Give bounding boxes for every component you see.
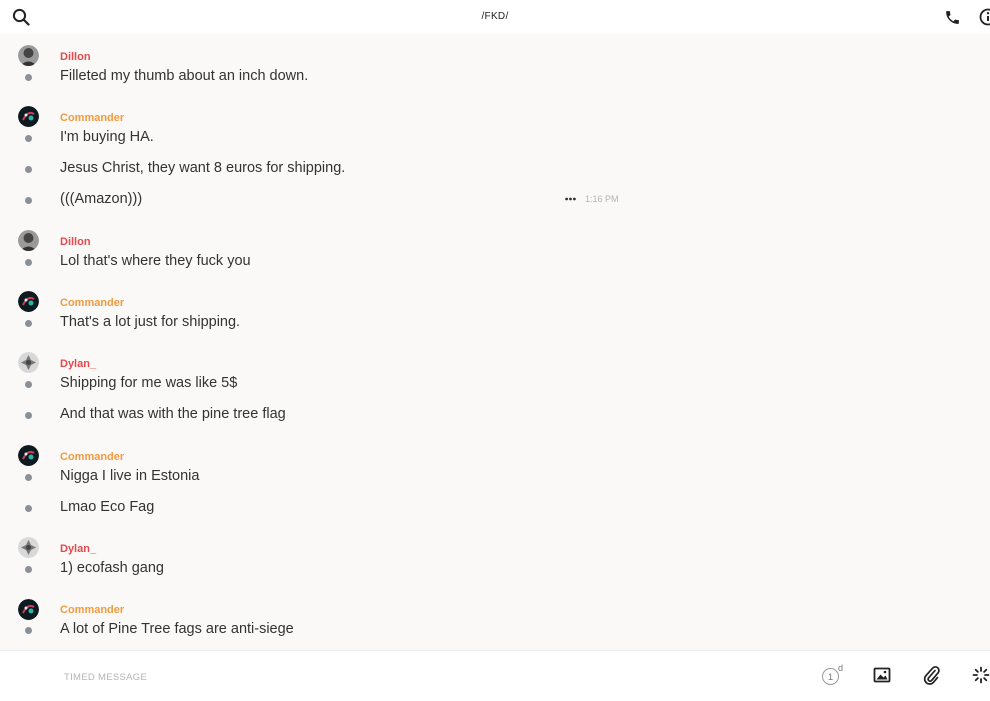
- message-item[interactable]: That's a lot just for shipping.: [0, 308, 990, 338]
- message-item[interactable]: Lmao Eco Fag: [0, 493, 990, 523]
- message-item[interactable]: And that was with the pine tree flag: [0, 400, 990, 430]
- message-item[interactable]: I'm buying HA.: [0, 123, 990, 153]
- timer-unit: d: [838, 663, 843, 673]
- message-timestamp: 1:16 PM: [585, 194, 619, 204]
- message-item[interactable]: (((Amazon))) 1:16 PM: [0, 185, 990, 215]
- timed-message-input[interactable]: [62, 665, 626, 689]
- message-text: Filleted my thumb about an inch down.: [60, 68, 308, 84]
- message-bullet: [25, 197, 32, 204]
- message-bullet: [25, 74, 32, 81]
- sparkle-icon[interactable]: [972, 666, 990, 684]
- message-text: (((Amazon))): [60, 191, 142, 207]
- message-bullet: [25, 166, 32, 173]
- message-text: And that was with the pine tree flag: [60, 406, 286, 422]
- message-text: A lot of Pine Tree fags are anti-siege: [60, 621, 294, 637]
- message-bullet: [25, 412, 32, 419]
- image-icon[interactable]: [873, 666, 891, 684]
- message-item[interactable]: Lol that's where they fuck you: [0, 247, 990, 277]
- message-item[interactable]: Filleted my thumb about an inch down.: [0, 62, 990, 92]
- message-text: Shipping for me was like 5$: [60, 375, 237, 391]
- message-text: That's a lot just for shipping.: [60, 314, 240, 330]
- message-bullet: [25, 505, 32, 512]
- info-icon[interactable]: [979, 8, 990, 26]
- message-bullet: [25, 135, 32, 142]
- message-item[interactable]: Jesus Christ, they want 8 euros for ship…: [0, 154, 990, 184]
- message-bullet: [25, 259, 32, 266]
- message-bullet: [25, 627, 32, 634]
- message-item[interactable]: 1) ecofash gang: [0, 554, 990, 584]
- timer-button[interactable]: 1 d: [820, 663, 848, 689]
- message-item[interactable]: Nigga I live in Estonia: [0, 462, 990, 492]
- message-bullet: [25, 566, 32, 573]
- message-text: Nigga I live in Estonia: [60, 468, 199, 484]
- message-list: Dillon Filleted my thumb about an inch d…: [0, 34, 990, 650]
- message-bullet: [25, 474, 32, 481]
- paperclip-icon[interactable]: [922, 665, 940, 685]
- message-bullet: [25, 381, 32, 388]
- message-text: Lol that's where they fuck you: [60, 253, 251, 269]
- message-bullet: [25, 320, 32, 327]
- message-text: I'm buying HA.: [60, 129, 154, 145]
- message-text: 1) ecofash gang: [60, 560, 164, 576]
- message-text: Jesus Christ, they want 8 euros for ship…: [60, 160, 345, 176]
- more-options-icon[interactable]: [565, 197, 576, 201]
- message-item[interactable]: A lot of Pine Tree fags are anti-siege: [0, 615, 990, 645]
- message-item[interactable]: Shipping for me was like 5$: [0, 369, 990, 399]
- message-composer: 1 d: [0, 650, 990, 701]
- conversation-header: /FKD/: [0, 0, 990, 34]
- timer-count: 1: [822, 668, 839, 685]
- conversation-title: /FKD/: [0, 11, 990, 22]
- message-text: Lmao Eco Fag: [60, 499, 154, 515]
- phone-icon[interactable]: [944, 9, 961, 26]
